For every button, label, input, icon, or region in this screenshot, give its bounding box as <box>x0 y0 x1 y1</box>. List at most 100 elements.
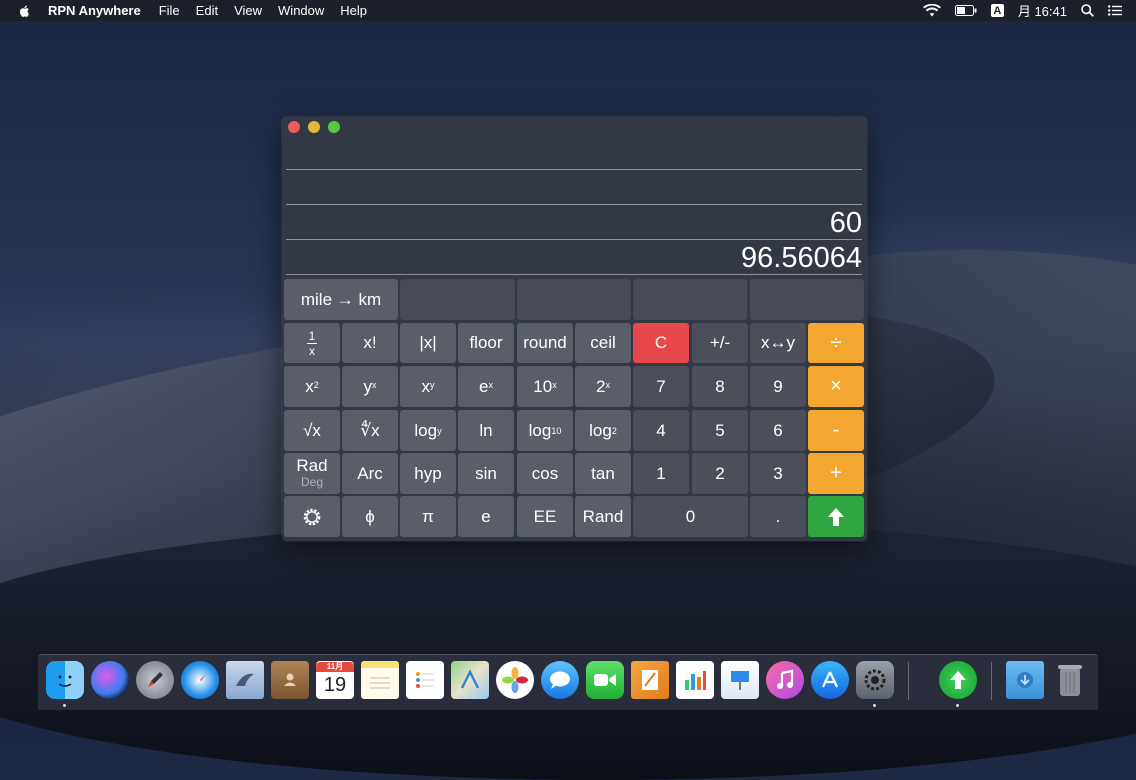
log-10-button[interactable]: log 10 <box>517 410 573 451</box>
mail-icon[interactable] <box>226 661 264 699</box>
finder-icon[interactable] <box>46 661 84 699</box>
clear-button[interactable]: C <box>633 323 689 363</box>
add-button[interactable]: + <box>808 453 864 494</box>
gear-icon <box>303 508 321 525</box>
siri-icon[interactable] <box>91 661 129 699</box>
digit-2-button[interactable]: 2 <box>692 453 748 494</box>
hyp-button[interactable]: hyp <box>400 453 456 494</box>
y-root-button[interactable]: ∜x <box>342 410 398 451</box>
photos-icon[interactable] <box>496 661 534 699</box>
negate-button[interactable]: +/- <box>692 323 748 363</box>
wifi-icon[interactable] <box>922 4 941 17</box>
ypow-exponent: x <box>372 379 377 390</box>
downloads-folder-icon[interactable] <box>1006 661 1044 699</box>
reciprocal-button[interactable]: 1x <box>284 323 340 363</box>
preset-slot-5-button[interactable] <box>750 279 864 320</box>
apple-menu-icon[interactable] <box>18 4 32 18</box>
launchpad-icon[interactable] <box>136 661 174 699</box>
input-source-badge[interactable]: A <box>990 4 1004 17</box>
swap-xy-button[interactable]: x↔y <box>750 323 806 363</box>
messages-icon[interactable] <box>541 661 579 699</box>
digit-4-button[interactable]: 4 <box>633 410 689 451</box>
digit-1-button[interactable]: 1 <box>633 453 689 494</box>
digit-3-button[interactable]: 3 <box>750 453 806 494</box>
safari-icon[interactable] <box>181 661 219 699</box>
preset-slot-4-button[interactable] <box>633 279 747 320</box>
cos-button[interactable]: cos <box>517 453 573 494</box>
digit-9-button[interactable]: 9 <box>750 366 806 407</box>
decimal-point-button[interactable]: . <box>750 496 806 537</box>
x-power-y-button[interactable]: xy <box>400 366 456 407</box>
square-root-button[interactable]: √x <box>284 410 340 451</box>
square-base: x <box>305 376 314 396</box>
spotlight-search-icon[interactable] <box>1081 4 1094 17</box>
tan-button[interactable]: tan <box>575 453 631 494</box>
menu-window[interactable]: Window <box>278 3 324 18</box>
maps-icon[interactable] <box>451 661 489 699</box>
menu-clock[interactable]: 月 16:41 <box>1018 1 1067 20</box>
absolute-value-button[interactable]: |x| <box>400 323 456 363</box>
stack-level-3 <box>286 170 862 205</box>
window-minimize-button[interactable] <box>308 121 320 133</box>
square-button[interactable]: x2 <box>284 366 340 407</box>
enter-button[interactable] <box>808 496 864 537</box>
ceil-button[interactable]: ceil <box>575 323 631 363</box>
contacts-icon[interactable] <box>271 661 309 699</box>
battery-icon[interactable] <box>954 5 977 16</box>
calendar-icon[interactable]: 11月 19 <box>316 661 354 699</box>
random-button[interactable]: Rand <box>575 496 631 537</box>
e-power-x-button[interactable]: ex <box>458 366 514 407</box>
phi-button[interactable]: ϕ <box>342 496 398 537</box>
logy-subscript: y <box>437 425 442 436</box>
digit-0-button[interactable]: 0 <box>633 496 748 537</box>
menu-file[interactable]: File <box>159 3 180 18</box>
notes-icon[interactable] <box>361 661 399 699</box>
menu-app-name[interactable]: RPN Anywhere <box>48 3 141 18</box>
subtract-button[interactable]: - <box>808 410 864 451</box>
facetime-icon[interactable] <box>586 661 624 699</box>
trash-icon[interactable] <box>1051 661 1089 699</box>
rad-deg-toggle-button[interactable]: Rad Deg <box>284 453 340 494</box>
preset-slot-3-button[interactable] <box>517 279 631 320</box>
sin-button[interactable]: sin <box>458 453 514 494</box>
menu-edit[interactable]: Edit <box>196 3 218 18</box>
window-zoom-button[interactable] <box>328 121 340 133</box>
digit-7-button[interactable]: 7 <box>633 366 689 407</box>
digit-8-button[interactable]: 8 <box>692 366 748 407</box>
reminders-icon[interactable] <box>406 661 444 699</box>
natural-log-button[interactable]: ln <box>458 410 514 451</box>
euler-e-button[interactable]: e <box>458 496 514 537</box>
exponent-entry-button[interactable]: EE <box>517 496 573 537</box>
app-store-icon[interactable] <box>811 661 849 699</box>
arc-button[interactable]: Arc <box>342 453 398 494</box>
log2-base: log <box>589 420 612 440</box>
pi-button[interactable]: π <box>400 496 456 537</box>
multiply-button[interactable]: × <box>808 366 864 407</box>
system-preferences-running-indicator <box>873 704 876 707</box>
pages-icon[interactable] <box>631 661 669 699</box>
two-power-x-button[interactable]: 2x <box>575 366 631 407</box>
digit-6-button[interactable]: 6 <box>750 410 806 451</box>
rpn-anywhere-icon[interactable] <box>939 661 977 699</box>
twopow-base: 2 <box>596 376 606 396</box>
window-close-button[interactable] <box>288 121 300 133</box>
system-preferences-icon[interactable] <box>856 661 894 699</box>
floor-button[interactable]: floor <box>458 323 514 363</box>
round-button[interactable]: round <box>517 323 573 363</box>
keynote-icon[interactable] <box>721 661 759 699</box>
notification-center-icon[interactable] <box>1108 5 1122 16</box>
settings-button[interactable] <box>284 496 340 537</box>
factorial-button[interactable]: x! <box>342 323 398 363</box>
divide-button[interactable]: ÷ <box>808 323 864 363</box>
log-2-button[interactable]: log 2 <box>575 410 631 451</box>
preset-mile-to-km-button[interactable]: mile → km <box>284 279 398 320</box>
itunes-icon[interactable] <box>766 661 804 699</box>
y-power-x-button[interactable]: yx <box>342 366 398 407</box>
digit-5-button[interactable]: 5 <box>692 410 748 451</box>
ten-power-x-button[interactable]: 10 x <box>517 366 573 407</box>
menu-view[interactable]: View <box>234 3 262 18</box>
log-y-button[interactable]: log y <box>400 410 456 451</box>
numbers-icon[interactable] <box>676 661 714 699</box>
preset-slot-2-button[interactable] <box>400 279 515 320</box>
menu-help[interactable]: Help <box>340 3 367 18</box>
